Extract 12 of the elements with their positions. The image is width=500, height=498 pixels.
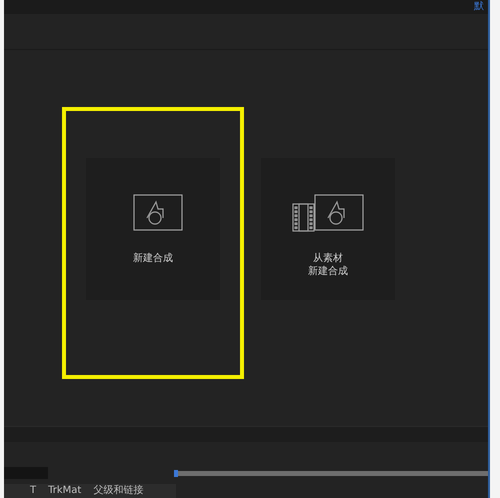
- column-label[interactable]: T: [30, 486, 36, 496]
- workspace-label[interactable]: 默: [474, 2, 484, 12]
- new-composition-card[interactable]: 从素材 新建合成: [261, 158, 395, 300]
- search-field[interactable]: [4, 467, 48, 479]
- card-label: 新建合成: [133, 252, 173, 265]
- footage-composition-icon: [292, 194, 364, 232]
- new-composition-card[interactable]: 新建合成: [86, 158, 220, 300]
- playhead-icon[interactable]: [174, 470, 178, 476]
- card-label: 从素材: [313, 252, 343, 265]
- column-label[interactable]: TrkMat: [48, 486, 82, 496]
- column-label[interactable]: 父级和链接: [93, 486, 144, 496]
- card-label: 新建合成: [308, 265, 348, 278]
